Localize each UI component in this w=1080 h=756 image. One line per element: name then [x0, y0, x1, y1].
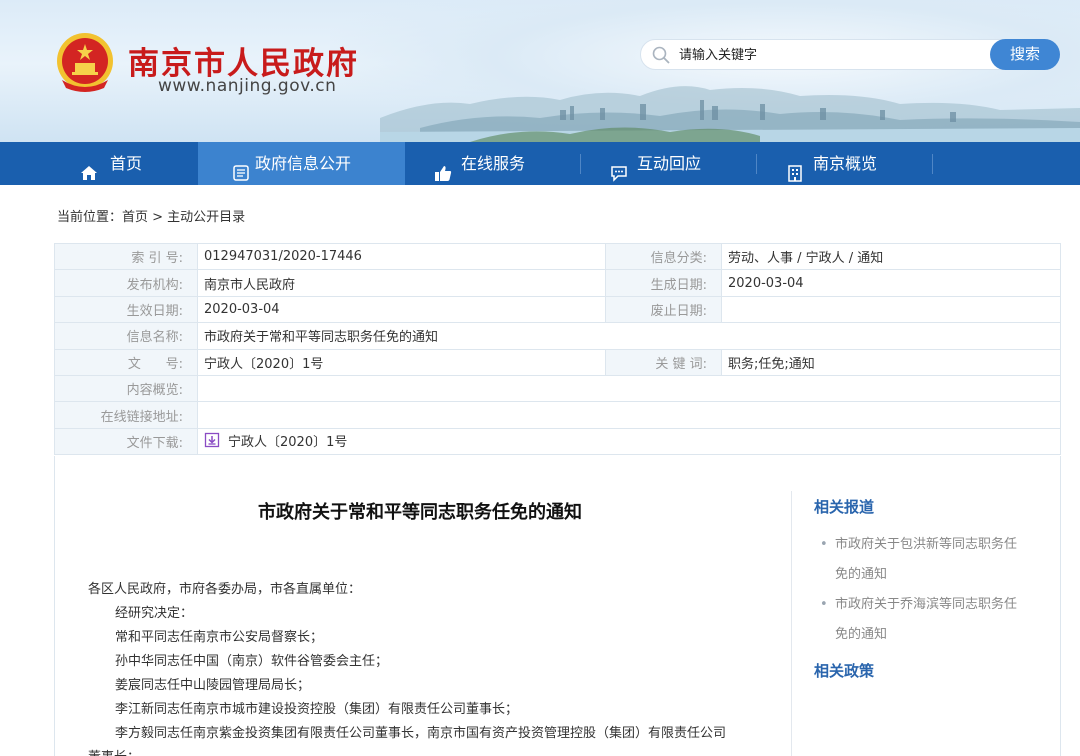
related-news-line[interactable]: 免的通知 — [835, 627, 887, 642]
body-line: 董事长； — [88, 746, 778, 756]
nav-label-gov-info: 政府信息公开 — [255, 154, 352, 173]
nav-label-interaction: 互动回应 — [637, 154, 702, 173]
meta-row: 文 号: 宁政人〔2020〕1号 关 键 词: 职务;任免;通知 — [54, 348, 1061, 376]
related-news-heading: 相关报道 — [814, 498, 875, 516]
sidebar-divider — [791, 491, 792, 756]
document-title: 市政府关于常和平等同志职务任免的通知 — [258, 502, 582, 523]
meta-row: 生效日期: 2020-03-04 废止日期: — [54, 295, 1061, 324]
meta-key-index: 索 引 号: — [54, 242, 198, 271]
meta-value-link — [197, 401, 1061, 429]
breadcrumb[interactable]: 当前位置：首页 > 主动公开目录 — [57, 206, 245, 225]
meta-row: 发布机构: 南京市人民政府 生成日期: 2020-03-04 — [54, 269, 1061, 297]
meta-key-docno: 文 号: — [54, 348, 198, 376]
meta-key-keywords: 关 键 词: — [605, 348, 722, 376]
related-news-line[interactable]: 市政府关于乔海滨等同志职务任 — [835, 597, 1017, 612]
building-icon — [786, 155, 804, 182]
meta-value-keywords: 职务;任免;通知 — [721, 348, 1061, 376]
body-line: 姜宸同志任中山陵园管理局局长； — [115, 678, 311, 693]
download-icon[interactable] — [204, 432, 220, 452]
meta-value-summary — [197, 374, 1061, 403]
search-input[interactable] — [679, 45, 979, 65]
search-icon — [651, 45, 671, 65]
search-box: 搜索 — [640, 39, 1060, 70]
meta-key-download: 文件下载: — [54, 427, 198, 456]
document-meta-table: 索 引 号: 012947031/2020-17446 信息分类: 劳动、人事 … — [54, 242, 1061, 456]
meta-value-created: 2020-03-04 — [721, 269, 1061, 297]
related-news-line[interactable]: 免的通知 — [835, 567, 887, 582]
search-button[interactable]: 搜索 — [990, 39, 1060, 70]
nav-divider — [932, 154, 933, 174]
body-line: 李方毅同志任南京紫金投资集团有限责任公司董事长，南京市国有资产投资管理控股（集团… — [115, 726, 727, 741]
meta-key-created: 生成日期: — [605, 269, 722, 297]
meta-row: 文件下载: 宁政人〔2020〕1号 — [54, 427, 1061, 456]
meta-value-name: 市政府关于常和平等同志职务任免的通知 — [197, 322, 1061, 350]
related-news-item[interactable]: 市政府关于包洪新等同志职务任 免的通知 — [820, 530, 1035, 590]
main-nav: 首页 政府信息公开 在线服务 互动回应 南京概览 — [0, 142, 1080, 185]
meta-key-effective: 生效日期: — [54, 295, 198, 324]
meta-key-link: 在线链接地址: — [54, 401, 198, 429]
body-line: 常和平同志任南京市公安局督察长； — [115, 630, 324, 645]
meta-value-docno: 宁政人〔2020〕1号 — [197, 348, 606, 376]
national-emblem — [52, 30, 118, 96]
meta-key-abolished: 废止日期: — [605, 295, 722, 324]
nav-item-online-service[interactable]: 在线服务 — [405, 142, 580, 185]
nav-label-online-service: 在线服务 — [461, 154, 526, 173]
site-header: 南京市人民政府 www.nanjing.gov.cn 搜索 — [0, 0, 1080, 142]
body-line: 李江新同志任南京市城市建设投资控股（集团）有限责任公司董事长； — [115, 702, 519, 717]
nav-item-gov-info[interactable]: 政府信息公开 — [198, 142, 405, 185]
meta-value-index: 012947031/2020-17446 — [197, 242, 606, 271]
download-file-name[interactable]: 宁政人〔2020〕1号 — [228, 435, 347, 450]
meta-row: 索 引 号: 012947031/2020-17446 信息分类: 劳动、人事 … — [54, 242, 1061, 271]
home-icon — [80, 155, 98, 180]
nav-item-home[interactable]: 首页 — [0, 142, 198, 185]
meta-key-summary: 内容概览: — [54, 374, 198, 403]
related-news-line[interactable]: 市政府关于包洪新等同志职务任 — [835, 537, 1017, 552]
meta-row: 信息名称: 市政府关于常和平等同志职务任免的通知 — [54, 322, 1061, 350]
related-news-list: 市政府关于包洪新等同志职务任 免的通知 市政府关于乔海滨等同志职务任 免的通知 — [820, 530, 1035, 650]
chat-icon — [610, 155, 628, 182]
body-line: 孙中华同志任中国（南京）软件谷管委会主任； — [115, 654, 389, 669]
related-policy-heading: 相关政策 — [814, 662, 875, 680]
nav-item-interaction[interactable]: 互动回应 — [581, 142, 756, 185]
meta-key-issuer: 发布机构: — [54, 269, 198, 297]
nav-label-home: 首页 — [110, 154, 143, 173]
meta-value-category: 劳动、人事 / 宁政人 / 通知 — [721, 242, 1061, 271]
document-icon — [232, 155, 250, 181]
meta-value-issuer: 南京市人民政府 — [197, 269, 606, 297]
meta-value-abolished — [721, 295, 1061, 324]
body-line: 各区人民政府，市府各委办局，市各直属单位： — [88, 582, 362, 597]
meta-key-category: 信息分类: — [605, 242, 722, 271]
site-url: www.nanjing.gov.cn — [158, 76, 337, 96]
nav-label-overview: 南京概览 — [813, 154, 878, 173]
download-link[interactable]: 宁政人〔2020〕1号 — [197, 427, 1061, 456]
thumbs-up-icon — [434, 155, 452, 181]
document-body: 各区人民政府，市府各委办局，市各直属单位： 经研究决定： 常和平同志任南京市公安… — [88, 578, 778, 756]
meta-key-name: 信息名称: — [54, 322, 198, 350]
meta-row: 在线链接地址: — [54, 401, 1061, 429]
body-line: 经研究决定： — [115, 606, 194, 621]
meta-row: 内容概览: — [54, 374, 1061, 403]
related-news-item[interactable]: 市政府关于乔海滨等同志职务任 免的通知 — [820, 590, 1035, 650]
nav-item-overview[interactable]: 南京概览 — [757, 142, 932, 185]
meta-value-effective: 2020-03-04 — [197, 295, 606, 324]
